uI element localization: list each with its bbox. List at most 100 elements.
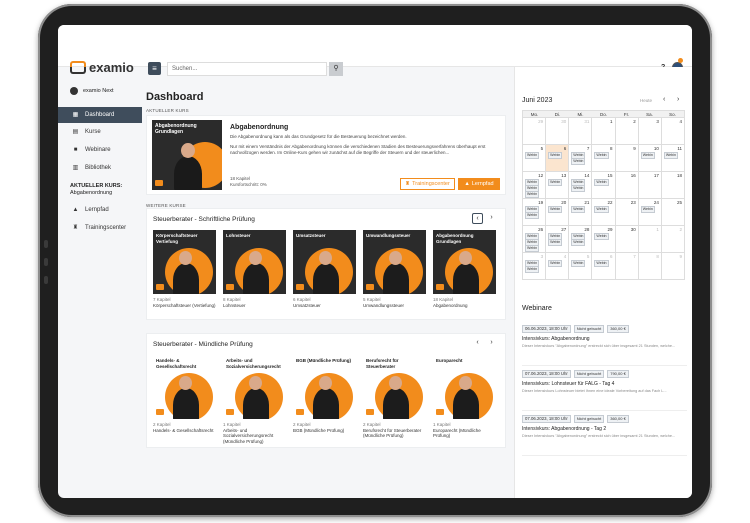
- calendar-event[interactable]: Webin: [548, 206, 563, 213]
- calendar-event[interactable]: Webin: [571, 158, 586, 165]
- course-tile-caption[interactable]: 7 Kapitel Körperschaftsteuer (Vertiefung): [153, 297, 216, 308]
- calendar-day[interactable]: 24 Webin: [638, 199, 662, 226]
- calendar-day[interactable]: 30: [615, 226, 639, 253]
- lernpfad-button[interactable]: ▲ Lernpfad: [458, 178, 500, 190]
- calendar-prev-button[interactable]: ‹: [663, 96, 665, 103]
- course-tile-image[interactable]: Handels- & Gesellschaftsrecht: [153, 355, 216, 419]
- row2-prev-button[interactable]: ‹: [472, 338, 483, 349]
- webinar-item[interactable]: 06.06.2023, 18:00 Uhr Nicht gebucht 360,00…: [522, 325, 687, 348]
- calendar-day[interactable]: 21 Webin: [569, 199, 593, 226]
- calendar-event[interactable]: Webin: [594, 260, 609, 267]
- calendar-event[interactable]: Webin: [571, 260, 586, 267]
- sidebar-item-webinare[interactable]: ■ Webinare: [58, 142, 142, 158]
- course-tile-caption[interactable]: 2 Kapitel Berufsrecht für Steuerberater (…: [363, 422, 426, 439]
- calendar-event[interactable]: Webin: [594, 179, 609, 186]
- calendar-event[interactable]: Webin: [525, 152, 540, 159]
- examio-logo[interactable]: examio: [70, 60, 134, 75]
- sidebar-item-trainingscenter[interactable]: ♜ Trainingscenter: [58, 220, 142, 236]
- calendar-event[interactable]: Webin: [525, 191, 540, 198]
- calendar-day[interactable]: 1: [592, 118, 616, 145]
- calendar-day[interactable]: 9: [615, 145, 639, 172]
- calendar-day[interactable]: 5 Webin: [569, 253, 593, 280]
- calendar-day[interactable]: 10 Webin: [638, 145, 662, 172]
- calendar-day[interactable]: 19 Webin Webin: [523, 199, 547, 226]
- calendar-day[interactable]: 16: [615, 172, 639, 199]
- course-tile-image[interactable]: Körperschaftsteuer Vertiefung: [153, 230, 216, 294]
- calendar-day[interactable]: 25: [661, 199, 685, 226]
- calendar-day[interactable]: 7 Webin Webin: [569, 145, 593, 172]
- calendar-event[interactable]: Webin: [594, 206, 609, 213]
- course-tile-caption[interactable]: 2 Kapitel BGB (Mündliche Prüfung): [293, 422, 356, 433]
- calendar-event[interactable]: Webin: [548, 239, 563, 246]
- calendar-day[interactable]: 13 Webin: [546, 172, 570, 199]
- calendar-event[interactable]: Webin: [525, 266, 540, 273]
- calendar-day[interactable]: 15 Webin: [592, 172, 616, 199]
- calendar-day[interactable]: 12 Webin Webin Webin: [523, 172, 547, 199]
- calendar-day[interactable]: 3 Webin Webin: [523, 253, 547, 280]
- webinar-item[interactable]: 07.06.2023, 18:00 Uhr Nicht gebucht 790,00…: [522, 370, 687, 393]
- calendar-next-button[interactable]: ›: [677, 96, 679, 103]
- calendar-day[interactable]: 31: [569, 118, 593, 145]
- trainingscenter-button[interactable]: ♜ Trainingscenter: [400, 178, 455, 190]
- course-tile-image[interactable]: Lohnsteuer: [223, 230, 286, 294]
- calendar-day[interactable]: 7: [615, 253, 639, 280]
- calendar-day[interactable]: 4 Webin: [546, 253, 570, 280]
- calendar-day[interactable]: 5 Webin: [523, 145, 547, 172]
- calendar-day[interactable]: 23: [615, 199, 639, 226]
- calendar-day[interactable]: 9: [661, 253, 685, 280]
- calendar-day[interactable]: 17: [638, 172, 662, 199]
- calendar-event[interactable]: Webin: [571, 185, 586, 192]
- calendar-event[interactable]: Webin: [663, 152, 678, 159]
- calendar-day[interactable]: 6 Webin: [546, 145, 570, 172]
- calendar-day[interactable]: 2: [615, 118, 639, 145]
- search-input[interactable]: Suchen...: [167, 62, 327, 76]
- calendar-event[interactable]: Webin: [525, 245, 540, 252]
- calendar-event[interactable]: Webin: [548, 152, 563, 159]
- search-button[interactable]: ⚲: [329, 62, 343, 76]
- calendar-event[interactable]: Webin: [548, 260, 563, 267]
- course-tile-image[interactable]: Arbeits- und Sozialversicherungsrecht: [223, 355, 286, 419]
- calendar-event[interactable]: Webin: [640, 152, 655, 159]
- calendar-day[interactable]: 2: [661, 226, 685, 253]
- calendar-day[interactable]: 4: [661, 118, 685, 145]
- course-tile-image[interactable]: Umsatzsteuer: [293, 230, 356, 294]
- calendar-event[interactable]: Webin: [571, 239, 586, 246]
- course-tile-image[interactable]: Abgabenordnung Grundlagen: [433, 230, 496, 294]
- course-tile-caption[interactable]: 5 Kapitel Umwandlungssteuer: [363, 297, 426, 308]
- calendar-day[interactable]: 18: [661, 172, 685, 199]
- calendar-day[interactable]: 8 Webin: [592, 145, 616, 172]
- calendar-event[interactable]: Webin: [571, 206, 586, 213]
- calendar-day[interactable]: 8: [638, 253, 662, 280]
- calendar-day[interactable]: 20 Webin: [546, 199, 570, 226]
- course-tile-caption[interactable]: 8 Kapitel Lohnsteuer: [223, 297, 286, 308]
- sidebar-item-dashboard[interactable]: ▦ Dashboard: [58, 107, 142, 123]
- calendar-today-button[interactable]: Heute: [640, 98, 652, 103]
- calendar-day[interactable]: 6 Webin: [592, 253, 616, 280]
- sidebar-item-bibliothek[interactable]: ▥ Bibliothek: [58, 160, 142, 176]
- row2-next-button[interactable]: ›: [486, 338, 497, 349]
- calendar-day[interactable]: 1: [638, 226, 662, 253]
- calendar-day[interactable]: 28 Webin Webin: [569, 226, 593, 253]
- course-tile-caption[interactable]: 6 Kapitel Umsatzsteuer: [293, 297, 356, 308]
- course-tile-caption[interactable]: 18 Kapitel Abgabenordnung: [433, 297, 496, 308]
- course-tile-caption[interactable]: 1 Kapitel Europarecht (Mündliche Prüfung): [433, 422, 496, 439]
- calendar-day[interactable]: 11 Webin: [661, 145, 685, 172]
- menu-toggle-button[interactable]: ≡: [148, 62, 161, 75]
- calendar-event[interactable]: Webin: [548, 179, 563, 186]
- calendar-event[interactable]: Webin: [594, 152, 609, 159]
- course-tile-image[interactable]: Europarecht: [433, 355, 496, 419]
- calendar-day[interactable]: 29: [523, 118, 547, 145]
- sidebar-item-lernpfad[interactable]: ▲ Lernpfad: [58, 202, 142, 218]
- calendar-day[interactable]: 29 Webin: [592, 226, 616, 253]
- course-tile-caption[interactable]: 2 Kapitel Handels- & Gesellschaftsrecht: [153, 422, 216, 433]
- hero-course-image[interactable]: Abgabenordnung Grundlagen: [152, 120, 222, 190]
- webinar-item[interactable]: 07.06.2023, 18:00 Uhr Nicht gebucht 360,00…: [522, 415, 687, 438]
- course-tile-caption[interactable]: 1 Kapitel Arbeits- und Sozialversicherung…: [223, 422, 286, 444]
- row1-prev-button[interactable]: ‹: [472, 213, 483, 224]
- calendar-day[interactable]: 14 Webin Webin: [569, 172, 593, 199]
- calendar-day[interactable]: 3: [638, 118, 662, 145]
- course-tile-image[interactable]: BGB (Mündliche Prüfung): [293, 355, 356, 419]
- calendar-day[interactable]: 22 Webin: [592, 199, 616, 226]
- calendar-day[interactable]: 26 Webin Webin Webin: [523, 226, 547, 253]
- calendar-event[interactable]: Webin: [525, 212, 540, 219]
